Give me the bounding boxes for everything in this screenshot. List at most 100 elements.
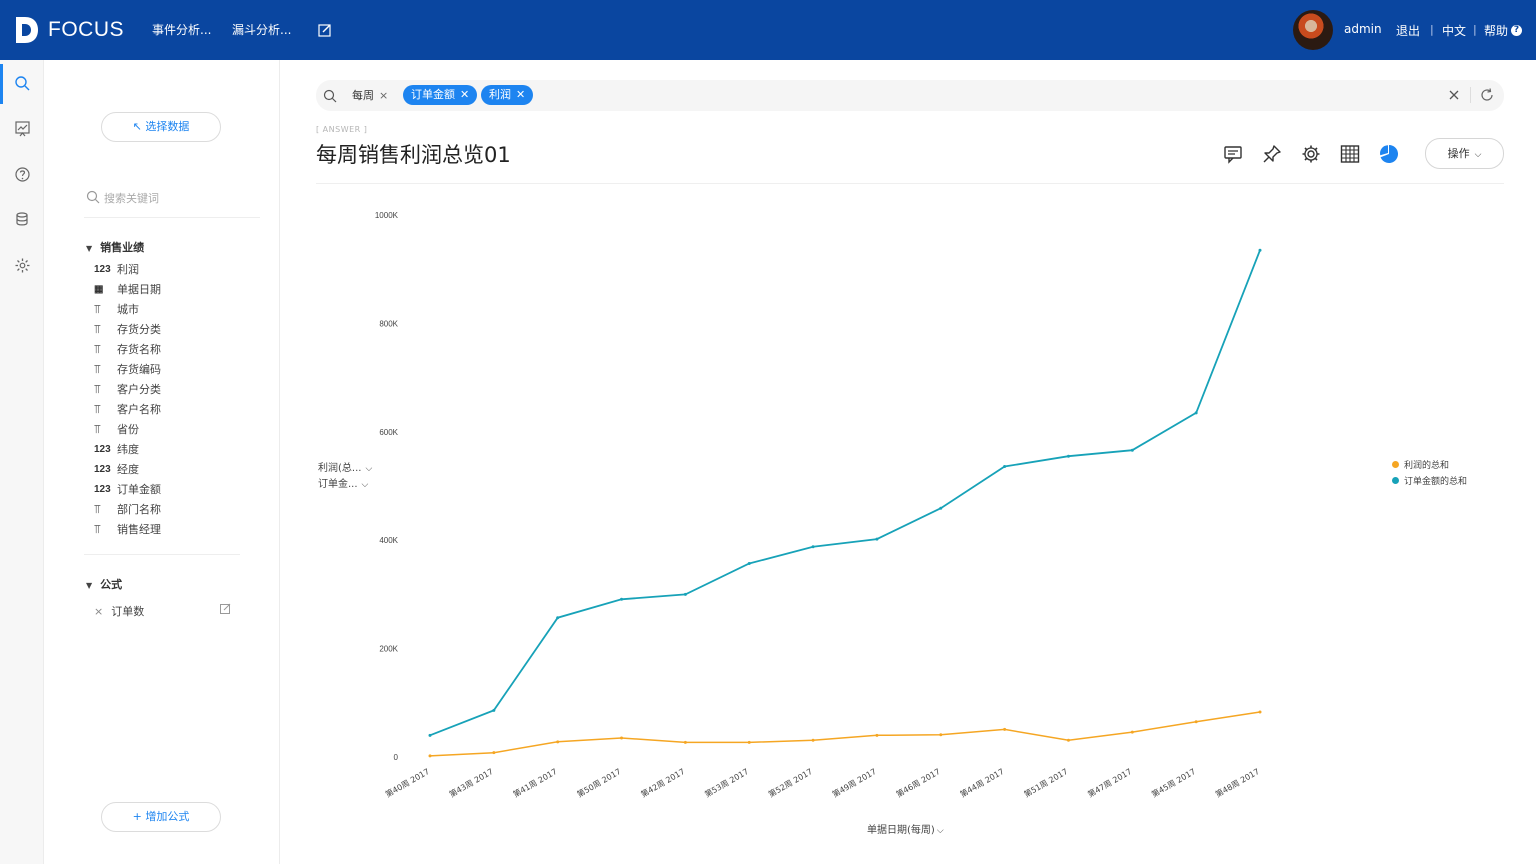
keyword-search-input[interactable]: 搜索关键词 bbox=[84, 188, 260, 218]
clear-search-icon[interactable] bbox=[1449, 90, 1459, 100]
search-icon[interactable] bbox=[14, 75, 31, 92]
data-point[interactable] bbox=[1003, 727, 1007, 731]
data-point[interactable] bbox=[747, 740, 751, 744]
data-point[interactable] bbox=[1003, 464, 1007, 468]
search-token-order-amount-label: 订单金额 bbox=[411, 88, 455, 101]
data-point[interactable] bbox=[492, 751, 496, 755]
data-point[interactable] bbox=[811, 545, 815, 549]
field-item[interactable]: ⫪ 存货分类 bbox=[94, 320, 161, 338]
data-point[interactable] bbox=[683, 740, 687, 744]
remove-icon[interactable]: × bbox=[94, 605, 103, 618]
data-point[interactable] bbox=[428, 754, 432, 758]
data-point[interactable] bbox=[492, 708, 496, 712]
field-item[interactable]: 123 经度 bbox=[94, 460, 139, 478]
pin-icon[interactable] bbox=[1262, 144, 1282, 164]
search-token-weekly[interactable]: 每周 × bbox=[352, 86, 388, 105]
close-icon[interactable]: × bbox=[379, 89, 388, 102]
close-icon[interactable]: ✕ bbox=[516, 88, 525, 101]
x-tick-label: 第45周 2017 bbox=[1150, 766, 1198, 799]
x-axis-label: 单据日期(每周) bbox=[867, 825, 935, 836]
table-view-icon[interactable] bbox=[1340, 144, 1360, 164]
add-formula-button[interactable]: + 增加公式 bbox=[101, 802, 221, 832]
field-item[interactable]: 123 利润 bbox=[94, 260, 139, 278]
data-point[interactable] bbox=[811, 738, 815, 742]
data-point[interactable] bbox=[1258, 710, 1262, 714]
text-type-icon: ⫪ bbox=[94, 381, 101, 396]
x-tick-label: 第44周 2017 bbox=[958, 766, 1006, 799]
logout-link[interactable]: 退出 bbox=[1396, 22, 1420, 39]
database-icon[interactable] bbox=[14, 211, 31, 228]
y-axis-selector-profit[interactable]: 利润(总... ⌵ bbox=[318, 459, 372, 474]
legend-item-profit[interactable]: 利润的总和 bbox=[1392, 458, 1449, 471]
series-line[interactable] bbox=[429, 711, 1261, 757]
field-item[interactable]: ▦ 单据日期 bbox=[94, 280, 161, 298]
data-point[interactable] bbox=[875, 537, 879, 541]
edit-formula-icon[interactable] bbox=[220, 603, 231, 614]
field-item[interactable]: ⫪ 客户分类 bbox=[94, 380, 161, 398]
field-item[interactable]: ⫪ 客户名称 bbox=[94, 400, 161, 418]
x-axis-selector[interactable]: 单据日期(每周) ⌵ bbox=[867, 821, 944, 836]
x-tick-label: 第42周 2017 bbox=[639, 766, 687, 799]
legend-item-order-amount[interactable]: 订单金额的总和 bbox=[1392, 474, 1467, 487]
data-point[interactable] bbox=[1066, 738, 1070, 742]
data-point[interactable] bbox=[620, 736, 624, 740]
data-point[interactable] bbox=[1130, 730, 1134, 734]
settings-icon[interactable] bbox=[1301, 144, 1321, 164]
series-line[interactable] bbox=[429, 249, 1261, 737]
comment-icon[interactable] bbox=[1223, 144, 1243, 164]
avatar[interactable] bbox=[1293, 10, 1333, 50]
focus-logo[interactable]: FOCUS bbox=[14, 14, 124, 46]
data-point[interactable] bbox=[556, 740, 560, 744]
data-point[interactable] bbox=[1194, 411, 1198, 415]
chart-view-icon[interactable] bbox=[1379, 144, 1399, 164]
field-item[interactable]: ⫪ 销售经理 bbox=[94, 520, 161, 538]
field-item[interactable]: 123 订单金额 bbox=[94, 480, 161, 498]
nav-event-analysis[interactable]: 事件分析... bbox=[152, 21, 211, 38]
board-icon[interactable] bbox=[14, 120, 31, 137]
select-data-button[interactable]: ↖ 选择数据 bbox=[101, 112, 221, 142]
help-icon[interactable]: ? bbox=[1511, 25, 1522, 36]
field-item[interactable]: ⫪ 存货编码 bbox=[94, 360, 161, 378]
language-switch[interactable]: 中文 bbox=[1442, 22, 1466, 39]
field-item[interactable]: ⫪ 存货名称 bbox=[94, 340, 161, 358]
field-item[interactable]: 123 纬度 bbox=[94, 440, 139, 458]
data-point[interactable] bbox=[747, 562, 751, 566]
text-type-icon: ⫪ bbox=[94, 361, 101, 376]
field-item[interactable]: ⫪ 城市 bbox=[94, 300, 139, 318]
data-point[interactable] bbox=[620, 597, 624, 601]
operate-button[interactable]: 操作 ⌵ bbox=[1425, 138, 1504, 169]
data-point[interactable] bbox=[939, 733, 943, 737]
y-tick-label: 0 bbox=[394, 753, 399, 762]
close-icon[interactable]: ✕ bbox=[460, 88, 469, 101]
field-item[interactable]: ⫪ 部门名称 bbox=[94, 500, 161, 518]
x-tick-label: 第40周 2017 bbox=[383, 766, 431, 799]
data-point[interactable] bbox=[875, 733, 879, 737]
data-point[interactable] bbox=[1258, 248, 1262, 252]
data-point[interactable] bbox=[939, 506, 943, 510]
y-axis-selector-order-amount[interactable]: 订单金... ⌵ bbox=[318, 475, 368, 490]
username[interactable]: admin bbox=[1344, 22, 1382, 36]
help-link[interactable]: 帮助 bbox=[1484, 22, 1508, 39]
gear-icon[interactable] bbox=[14, 257, 31, 274]
search-token-profit[interactable]: 利润 ✕ bbox=[481, 85, 534, 105]
field-item[interactable]: ⫪ 省份 bbox=[94, 420, 139, 438]
data-point[interactable] bbox=[1194, 720, 1198, 724]
data-point[interactable] bbox=[1130, 448, 1134, 452]
rail-active-indicator bbox=[0, 64, 3, 104]
refresh-icon[interactable] bbox=[1480, 88, 1494, 102]
text-type-icon: ⫪ bbox=[94, 501, 101, 516]
field-label: 存货分类 bbox=[117, 323, 161, 336]
data-point[interactable] bbox=[683, 592, 687, 596]
data-point[interactable] bbox=[556, 616, 560, 620]
search-token-order-amount[interactable]: 订单金额 ✕ bbox=[403, 85, 478, 105]
group-sales[interactable]: ▼ 销售业绩 bbox=[86, 239, 144, 255]
group-formula[interactable]: ▼ 公式 bbox=[86, 576, 122, 592]
nav-funnel-analysis[interactable]: 漏斗分析... bbox=[232, 21, 291, 38]
data-point[interactable] bbox=[1066, 454, 1070, 458]
data-point[interactable] bbox=[428, 733, 432, 737]
help-circle-icon[interactable] bbox=[14, 166, 31, 183]
formula-item[interactable]: × 订单数 bbox=[94, 603, 234, 619]
edit-icon[interactable] bbox=[318, 23, 332, 37]
x-tick-label: 第53周 2017 bbox=[703, 766, 751, 799]
numeric-type-icon: 123 bbox=[94, 263, 111, 275]
